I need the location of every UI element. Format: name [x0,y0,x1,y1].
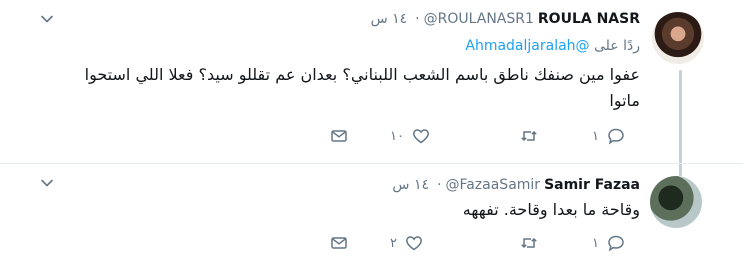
reply-count: ١ [592,235,599,251]
chevron-down-icon[interactable] [40,12,54,26]
like-button[interactable]: ١٠ [390,126,430,146]
reply-button[interactable]: ١ [592,233,625,253]
reply-button[interactable]: ١ [592,126,625,146]
tweet-roula-nasr[interactable]: ١٤ س · @ROULANASR1 ROULA NASR ردًا على @Ahm… [0,0,743,164]
like-count: ٢ [390,235,397,251]
reply-icon [608,235,624,252]
reply-to-line: ردًا على @Ahmadaljaralah [465,38,640,54]
retweet-icon [521,237,537,249]
separator-dot: · [437,177,442,193]
reply-handle-link[interactable]: @Ahmadaljaralah [465,38,589,54]
tweet-actions: ١٠ ١ [0,126,743,146]
retweet-button[interactable] [520,233,546,253]
retweet-icon [521,130,537,142]
user-handle[interactable]: @FazaaSamir [445,177,540,193]
like-button[interactable]: ٢ [390,233,423,253]
envelope-icon [331,237,347,249]
envelope-icon [331,130,347,142]
user-name[interactable]: ROULA NASR [538,11,640,27]
tweet-timestamp[interactable]: ١٤ س [392,177,429,193]
separator-dot: · [415,11,420,27]
tweet-header: ١٤ س · @FazaaSamir Samir Fazaa [392,176,640,194]
tweet-header: ١٤ س · @ROULANASR1 ROULA NASR [371,10,640,28]
reply-count: ١ [592,128,599,144]
reply-icon [608,128,624,145]
chevron-down-icon[interactable] [40,176,54,190]
heart-icon [406,236,422,251]
avatar[interactable] [652,12,704,64]
user-handle[interactable]: @ROULANASR1 [424,11,534,27]
dm-button[interactable] [330,233,348,253]
heart-icon [413,129,429,144]
tweet-timestamp[interactable]: ١٤ س [371,11,408,27]
tweet-text: عفوا مين صنفك ناطق باسم الشعب اللبناني؟ … [84,65,640,110]
retweet-button[interactable] [520,126,546,146]
avatar[interactable] [650,176,702,228]
tweet-actions: ٢ ١ [0,233,743,253]
dm-button[interactable] [330,126,348,146]
tweet-samir-fazaa[interactable]: ١٤ س · @FazaaSamir Samir Fazaa وقاحة ما بعد… [0,164,743,258]
like-count: ١٠ [390,128,404,144]
reply-prefix: ردًا على [594,38,640,54]
tweet-text: وقاحة ما بعدا وقاحة. تفههه [462,200,640,219]
user-name[interactable]: Samir Fazaa [544,177,640,193]
